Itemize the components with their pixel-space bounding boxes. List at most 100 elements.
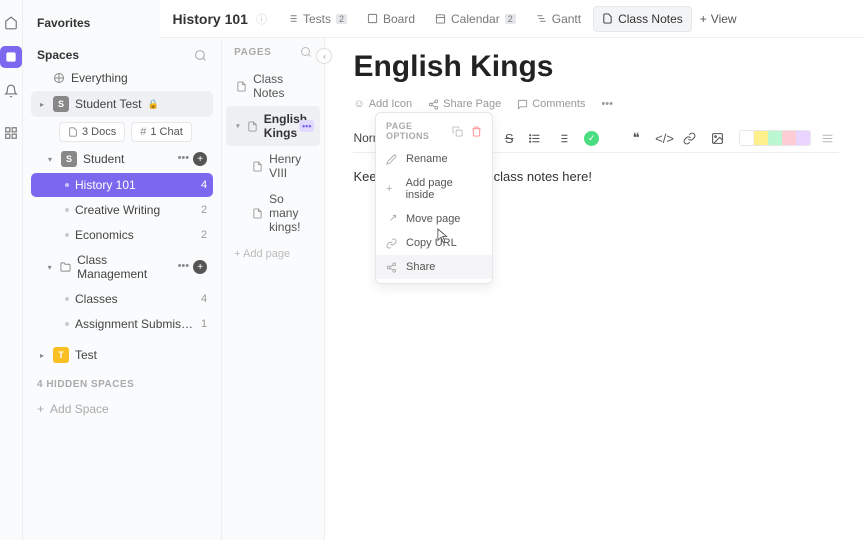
docs-chip[interactable]: 3 Docs <box>59 122 125 142</box>
add-view-button[interactable]: +View <box>700 12 737 26</box>
add-space-button[interactable]: +Add Space <box>31 396 213 422</box>
everything-label: Everything <box>71 71 128 85</box>
sidebar-item-creative[interactable]: Creative Writing 2 <box>31 198 213 222</box>
chip-row: 3 Docs # 1 Chat <box>31 118 213 146</box>
tab-tests[interactable]: Tests 2 <box>279 7 355 31</box>
icon-rail <box>0 0 23 540</box>
color-swatch[interactable] <box>740 131 754 145</box>
page-item-henry[interactable]: Henry VIII <box>226 146 320 186</box>
count: 1 <box>201 318 207 330</box>
search-icon[interactable] <box>194 49 207 62</box>
link-button[interactable] <box>683 132 701 145</box>
spaces-icon[interactable] <box>0 46 22 68</box>
pages-panel: ‹ PAGES Class Notes ▾ English Kings ••• … <box>222 0 325 540</box>
apps-icon[interactable] <box>0 122 22 144</box>
page-label: So many kings! <box>269 192 310 234</box>
history-label: History 101 <box>75 178 136 192</box>
duplicate-icon[interactable] <box>452 126 463 137</box>
economics-label: Economics <box>75 228 134 242</box>
page-options-menu: PAGE OPTIONS Rename + Add page inside Mo… <box>375 112 493 284</box>
count: 2 <box>201 229 207 241</box>
doc-icon <box>247 121 258 132</box>
plus-icon: + <box>386 183 398 195</box>
breadcrumb[interactable]: History 101 <box>172 11 247 27</box>
color-swatch[interactable] <box>754 131 768 145</box>
page-item-english-kings[interactable]: ▾ English Kings ••• <box>226 106 320 146</box>
color-swatches <box>739 130 811 146</box>
color-swatch[interactable] <box>796 131 810 145</box>
sidebar-item-class-mgmt[interactable]: ▾ Class Management ••• + <box>31 248 213 286</box>
menu-move-page[interactable]: Move page <box>376 207 492 231</box>
sidebar-item-student[interactable]: ▾ S Student ••• + <box>31 146 213 172</box>
link-icon <box>386 238 398 249</box>
tab-calendar[interactable]: Calendar 2 <box>427 7 524 31</box>
sidebar-item-economics[interactable]: Economics 2 <box>31 223 213 247</box>
add-page-button[interactable]: + Add page <box>222 240 324 268</box>
sidebar-item-classes[interactable]: Classes 4 <box>31 287 213 311</box>
sidebar-item-student-test[interactable]: ▸ S Student Test 🔒 <box>31 91 213 117</box>
sidebar-item-history[interactable]: History 101 4 <box>31 173 213 197</box>
student-test-label: Student Test <box>75 97 142 111</box>
sidebar: ‹ Favorites Spaces Everything ▸ S Studen… <box>23 0 222 540</box>
menu-add-page-inside[interactable]: + Add page inside <box>376 171 492 207</box>
number-list-button[interactable] <box>556 132 574 145</box>
chat-chip[interactable]: # 1 Chat <box>131 122 192 142</box>
tab-class-notes[interactable]: Class Notes <box>593 6 692 32</box>
page-item-class-notes[interactable]: Class Notes <box>226 66 320 106</box>
menu-title: PAGE OPTIONS <box>386 121 452 141</box>
spaces-heading: Spaces <box>37 48 79 62</box>
share-icon <box>386 262 398 273</box>
page-more-button[interactable]: ••• <box>299 120 314 132</box>
pages-search-icon[interactable] <box>300 46 312 58</box>
info-icon[interactable]: ⓘ <box>256 11 267 27</box>
tab-gantt[interactable]: Gantt <box>528 7 589 31</box>
more-icon[interactable]: ••• <box>178 260 190 274</box>
class-mgmt-label: Class Management <box>77 253 171 281</box>
image-button[interactable] <box>711 132 729 145</box>
space-badge: S <box>61 151 77 167</box>
assignments-label: Assignment Submissio... <box>75 317 195 331</box>
notifications-icon[interactable] <box>0 80 22 102</box>
more-icon[interactable]: ••• <box>178 152 190 166</box>
code-button[interactable]: </> <box>655 131 673 146</box>
strike-button[interactable]: S <box>500 131 518 146</box>
doc-icon <box>252 161 263 172</box>
menu-rename[interactable]: Rename <box>376 147 492 171</box>
page-label: Class Notes <box>253 72 310 100</box>
move-icon <box>386 214 398 225</box>
hidden-spaces-label[interactable]: 4 HIDDEN SPACES <box>31 369 213 396</box>
doc-icon <box>252 208 263 219</box>
page-label: Henry VIII <box>269 152 310 180</box>
page-item-so-many[interactable]: So many kings! <box>226 186 320 240</box>
tab-board[interactable]: Board <box>359 7 423 31</box>
sidebar-item-everything[interactable]: Everything <box>31 66 213 90</box>
pencil-icon <box>386 154 398 165</box>
sidebar-item-test[interactable]: ▸ T Test <box>31 342 213 368</box>
color-swatch[interactable] <box>782 131 796 145</box>
count: 2 <box>201 204 207 216</box>
doc-icon <box>236 81 247 92</box>
document-title[interactable]: English Kings <box>353 50 839 84</box>
color-swatch[interactable] <box>768 131 782 145</box>
creative-label: Creative Writing <box>75 203 160 217</box>
count: 4 <box>201 293 207 305</box>
add-icon[interactable]: + <box>193 152 207 166</box>
bullet-list-button[interactable] <box>528 132 546 145</box>
sidebar-item-assignments[interactable]: Assignment Submissio... 1 <box>31 312 213 336</box>
add-icon[interactable]: + <box>193 260 207 274</box>
space-badge: S <box>53 96 69 112</box>
more-button[interactable]: ••• <box>601 98 613 110</box>
chevron-down-icon: ▾ <box>236 122 241 130</box>
delete-icon[interactable] <box>471 126 482 137</box>
menu-copy-url[interactable]: Copy URL <box>376 231 492 255</box>
comments-button[interactable]: Comments <box>517 98 585 110</box>
add-icon-button[interactable]: ☺Add Icon <box>353 98 412 110</box>
checklist-button[interactable]: ✓ <box>584 131 599 146</box>
menu-share[interactable]: Share <box>376 255 492 279</box>
share-page-button[interactable]: Share Page <box>428 98 501 110</box>
classes-label: Classes <box>75 292 118 306</box>
cursor-icon <box>437 228 451 244</box>
more-formatting-button[interactable] <box>821 132 839 145</box>
quote-button[interactable]: ❝ <box>627 130 645 146</box>
home-icon[interactable] <box>0 12 22 34</box>
